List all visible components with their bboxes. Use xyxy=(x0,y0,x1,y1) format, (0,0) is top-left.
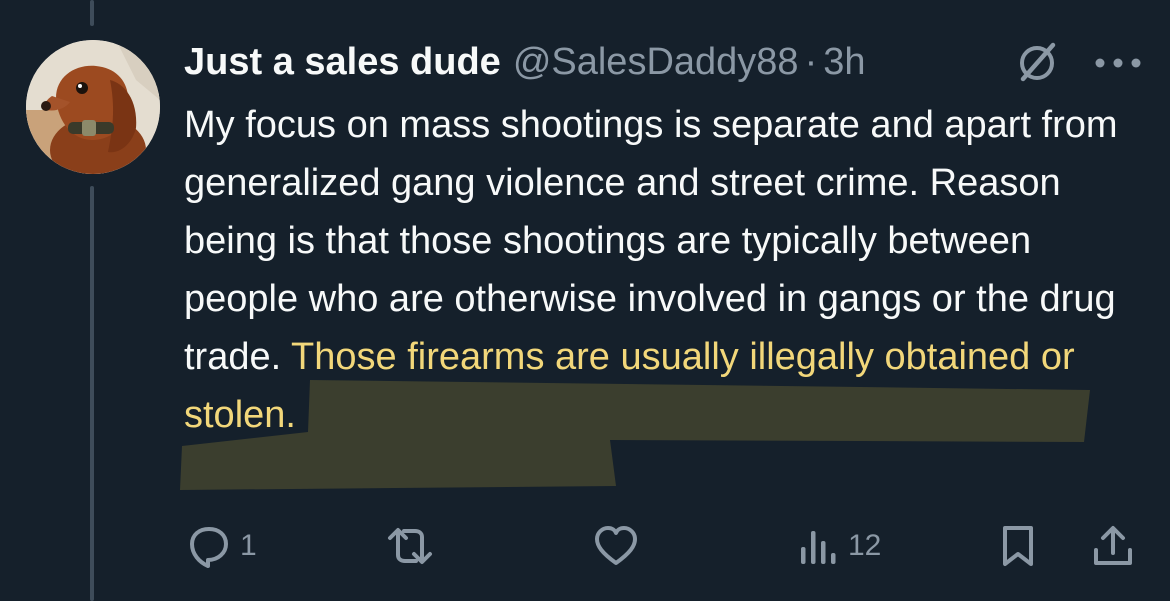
more-icon[interactable] xyxy=(1088,40,1148,86)
bookmark-button[interactable] xyxy=(998,518,1038,574)
display-name[interactable]: Just a sales dude xyxy=(184,41,501,84)
separator-dot: · xyxy=(804,40,818,83)
action-bar: 1 12 xyxy=(0,518,1170,574)
reply-count: 1 xyxy=(240,529,257,562)
reply-button[interactable]: 1 xyxy=(186,518,257,574)
reply-icon xyxy=(190,527,228,568)
retweet-button[interactable] xyxy=(384,518,444,574)
timestamp[interactable]: 3h xyxy=(823,41,865,84)
bookmark-icon xyxy=(1003,526,1033,566)
views-button[interactable]: 12 xyxy=(796,518,881,574)
share-button[interactable] xyxy=(1090,518,1136,574)
share-icon xyxy=(1094,526,1132,565)
heart-icon xyxy=(595,526,637,565)
thread-line-top xyxy=(90,0,94,26)
views-count: 12 xyxy=(848,529,882,562)
user-handle[interactable]: @SalesDaddy88 xyxy=(513,41,799,84)
retweet-icon xyxy=(388,528,432,564)
grok-icon[interactable] xyxy=(1012,40,1062,86)
views-icon xyxy=(801,531,836,564)
like-button[interactable] xyxy=(592,518,648,574)
dog-avatar-image xyxy=(26,40,160,174)
tweet-text: My focus on mass shootings is separate a… xyxy=(184,96,1144,444)
avatar[interactable] xyxy=(26,40,160,174)
tweet-text-highlighted: Those firearms are usually illegally obt… xyxy=(184,336,1075,436)
tweet-header: Just a sales dude @SalesDaddy88 · 3h xyxy=(184,34,866,90)
